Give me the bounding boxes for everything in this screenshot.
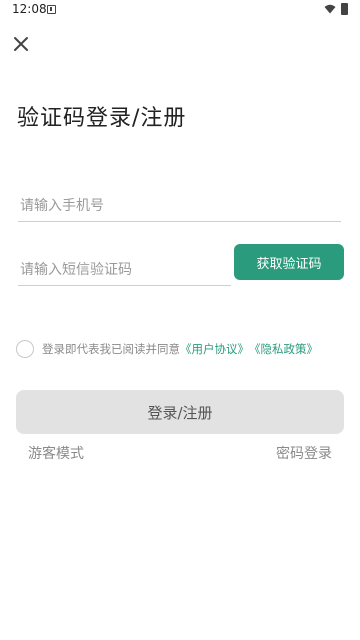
close-icon	[14, 37, 28, 51]
notification-icon	[47, 5, 56, 14]
login-screen: 12:08 验证码登录/注册 获取验证码 登录即代表我已阅读并同意 《用户协议》…	[0, 0, 360, 640]
wifi-icon	[324, 4, 336, 14]
close-button[interactable]	[10, 33, 32, 55]
sms-code-input[interactable]	[18, 254, 231, 286]
phone-input[interactable]	[18, 190, 341, 222]
password-login-link[interactable]: 密码登录	[276, 443, 332, 463]
status-time: 12:08	[12, 2, 47, 16]
agreement-row: 登录即代表我已阅读并同意 《用户协议》 《隐私政策》	[16, 339, 318, 359]
get-code-button[interactable]: 获取验证码	[234, 244, 344, 280]
status-bar: 12:08	[0, 0, 360, 20]
agreement-text: 登录即代表我已阅读并同意	[42, 342, 180, 356]
login-register-button[interactable]: 登录/注册	[16, 390, 344, 434]
privacy-policy-link[interactable]: 《隐私政策》	[249, 341, 318, 357]
user-agreement-link[interactable]: 《用户协议》	[180, 341, 249, 357]
agreement-checkbox[interactable]	[16, 340, 34, 358]
page-title: 验证码登录/注册	[17, 106, 187, 131]
guest-mode-link[interactable]: 游客模式	[28, 443, 84, 463]
battery-icon	[341, 3, 348, 15]
